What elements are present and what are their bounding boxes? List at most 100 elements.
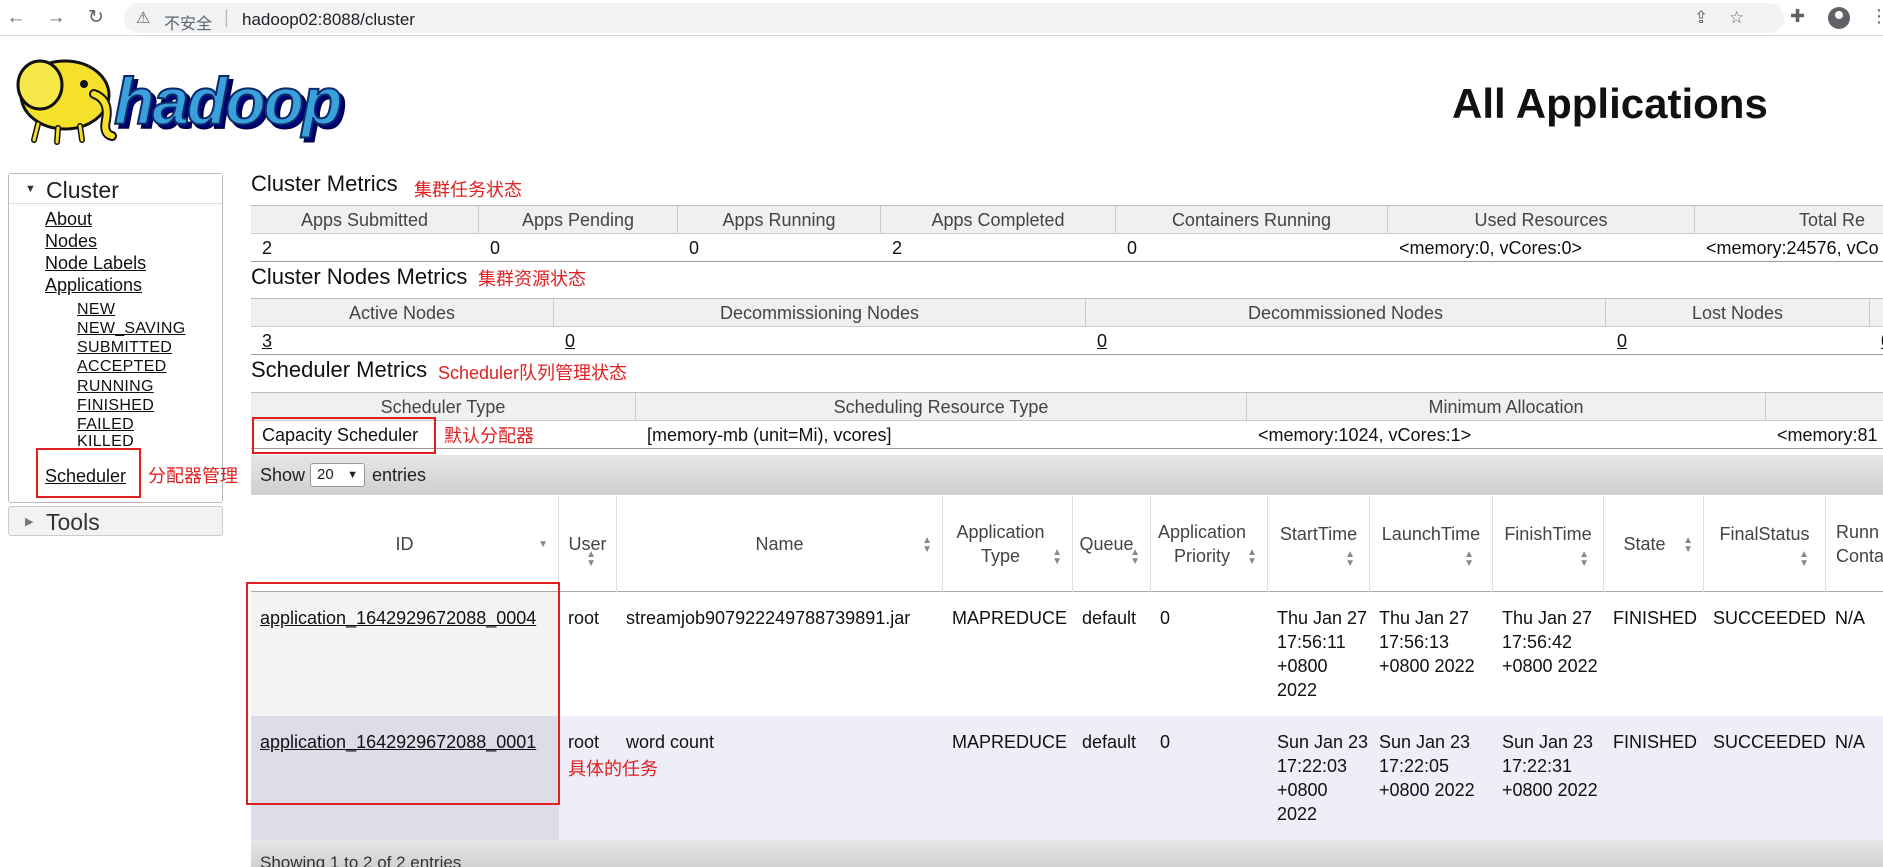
- column-header: Lost Nodes: [1606, 299, 1870, 326]
- lost-nodes-link[interactable]: 0: [1606, 327, 1627, 355]
- note-cluster-metrics: 集群任务状态: [414, 180, 522, 200]
- entries-select-value: 20: [317, 466, 334, 483]
- column-header-label: ID: [395, 534, 414, 554]
- cluster-metrics-title: Cluster Metrics: [251, 171, 398, 196]
- column-header-application-type[interactable]: Application Type ▲ ▼: [943, 496, 1073, 592]
- nav-link-state-submitted[interactable]: SUBMITTED: [77, 339, 172, 357]
- sort-icon: ▲ ▼: [1799, 549, 1809, 569]
- table-header-row: Apps Submitted Apps Pending Apps Running…: [251, 206, 1883, 234]
- nav-link-state-new[interactable]: NEW: [77, 301, 115, 319]
- url-text[interactable]: hadoop02:8088/cluster: [242, 10, 415, 30]
- task-id-highlight-box: [246, 582, 560, 805]
- column-header: Scheduling Resource Type: [636, 393, 1247, 420]
- table-cell: <memory:24576, vCo: [1706, 238, 1879, 258]
- security-label: 不安全: [164, 16, 213, 33]
- table-cell-queue: default: [1082, 608, 1137, 628]
- decommissioning-nodes-link[interactable]: 0: [554, 327, 575, 355]
- share-icon[interactable]: ⇪: [1694, 8, 1708, 28]
- column-header-label: Runn Conta: [1836, 522, 1883, 566]
- table-cell-state: FINISHED: [1613, 732, 1698, 752]
- column-header: Apps Pending: [479, 206, 678, 233]
- sort-icon: ▲ ▼: [586, 549, 596, 569]
- column-header-queue[interactable]: Queue ▲ ▼: [1073, 496, 1151, 592]
- nav-link-state-killed[interactable]: KILLED: [77, 433, 134, 447]
- extensions-icon[interactable]: ✚: [1790, 6, 1805, 27]
- sort-icon: ▲ ▼: [1579, 549, 1589, 569]
- hadoop-logo[interactable]: hadoop hadoop: [10, 50, 386, 145]
- collapsed-caret-icon: ▶: [25, 516, 34, 528]
- back-icon[interactable]: ←: [4, 6, 28, 30]
- column-header-label: Application Priority: [1157, 522, 1247, 566]
- column-header-label: Name: [755, 534, 804, 554]
- table-cell: 2: [892, 238, 903, 258]
- column-header-name[interactable]: Name ▲ ▼: [617, 496, 943, 592]
- svg-text:hadoop: hadoop: [114, 64, 341, 138]
- decommissioned-nodes-link[interactable]: 0: [1086, 327, 1107, 355]
- nav-link-state-finished[interactable]: FINISHED: [77, 397, 154, 415]
- warning-icon[interactable]: ⚠: [136, 8, 150, 28]
- scheduler-highlight-box: [36, 448, 141, 498]
- nav-link-state-failed[interactable]: FAILED: [77, 416, 134, 434]
- column-header: Minimum Allocation: [1247, 393, 1766, 420]
- table-cell-finishtime: Thu Jan 27 17:56:42 +0800 2022: [1502, 608, 1598, 676]
- table-header-row: Scheduler Type Scheduling Resource Type …: [251, 393, 1883, 421]
- forward-icon[interactable]: →: [44, 6, 68, 30]
- nav-link-state-new-saving[interactable]: NEW_SAVING: [77, 320, 186, 338]
- table-cell-finalstatus: SUCCEEDED: [1713, 732, 1827, 752]
- cluster-nav-title: Cluster: [46, 177, 119, 203]
- menu-icon[interactable]: ⋮: [1870, 6, 1883, 27]
- sort-icon: ▲ ▼: [922, 535, 932, 555]
- nodes-metrics-table: Active Nodes Decommissioning Nodes Decom…: [251, 298, 1883, 355]
- entries-label: entries: [372, 465, 427, 485]
- column-header-id[interactable]: ID ▼: [251, 496, 559, 592]
- killed-link-clip: KILLED: [77, 433, 197, 447]
- note-scheduler-metrics: Scheduler队列管理状态: [438, 363, 628, 383]
- nav-link-state-accepted[interactable]: ACCEPTED: [77, 358, 167, 376]
- column-header: Containers Running: [1116, 206, 1388, 233]
- unhealthy-nodes-link[interactable]: 0: [1870, 327, 1883, 355]
- table-cell-starttime: Thu Jan 27 17:56:11 +0800 2022: [1277, 608, 1368, 700]
- table-row: 2 0 0 2 0 <memory:0, vCores:0> <memory:2…: [251, 234, 1883, 262]
- column-header-finishtime[interactable]: FinishTime ▲ ▼: [1493, 496, 1604, 592]
- tools-nav-header[interactable]: ▶ Tools: [8, 506, 223, 536]
- table-cell-name: word count: [626, 732, 715, 752]
- entries-per-page-select[interactable]: 20 ▼: [310, 463, 365, 487]
- nav-link-nodes[interactable]: Nodes: [45, 231, 97, 252]
- column-header-running-containers[interactable]: Runn Conta: [1826, 496, 1883, 592]
- column-header: Used Resources: [1388, 206, 1695, 233]
- column-header-label: State: [1623, 534, 1666, 554]
- note-nodes-metrics: 集群资源状态: [478, 269, 586, 289]
- table-cell: <memory:0, vCores:0>: [1399, 238, 1583, 258]
- column-header-label: FinalStatus: [1719, 524, 1810, 544]
- column-header: Decommissioned Nodes: [1086, 299, 1606, 326]
- column-header-priority[interactable]: Application Priority ▲ ▼: [1151, 496, 1268, 592]
- nav-link-applications[interactable]: Applications: [45, 275, 142, 296]
- cluster-nav-header[interactable]: ▼ Cluster: [9, 174, 222, 204]
- table-cell-running-containers: N/A: [1835, 608, 1866, 628]
- nav-link-node-labels[interactable]: Node Labels: [45, 253, 146, 274]
- column-header-state[interactable]: State ▲ ▼: [1604, 496, 1704, 592]
- column-header-starttime[interactable]: StartTime ▲ ▼: [1268, 496, 1370, 592]
- nav-link-about[interactable]: About: [45, 209, 92, 230]
- expanded-caret-icon: ▼: [25, 183, 36, 195]
- bookmark-star-icon[interactable]: ☆: [1729, 8, 1744, 28]
- nav-link-state-running[interactable]: RUNNING: [77, 378, 154, 396]
- table-info-bar: Showing 1 to 2 of 2 entries: [251, 840, 1883, 867]
- table-cell-queue: default: [1082, 732, 1137, 752]
- table-cell: 0: [490, 238, 501, 258]
- nodes-metrics-title: Cluster Nodes Metrics: [251, 264, 468, 289]
- table-cell-type: MAPREDUCE: [952, 732, 1068, 752]
- sort-icon: ▲ ▼: [1130, 547, 1140, 567]
- profile-avatar-icon[interactable]: [1828, 7, 1850, 29]
- reload-icon[interactable]: ↻: [84, 6, 108, 30]
- address-bar[interactable]: ⚠ 不安全 | hadoop02:8088/cluster ⇪ ☆: [124, 3, 1784, 33]
- browser-toolbar: ← → ↻ ⚠ 不安全 | hadoop02:8088/cluster ⇪ ☆ …: [0, 0, 1883, 36]
- tools-nav-title: Tools: [46, 509, 100, 535]
- column-header-finalstatus[interactable]: FinalStatus ▲ ▼: [1704, 496, 1826, 592]
- column-header-user[interactable]: User ▲ ▼: [559, 496, 617, 592]
- column-header-launchtime[interactable]: LaunchTime ▲ ▼: [1370, 496, 1493, 592]
- table-cell: [memory-mb (unit=Mi), vcores]: [647, 425, 892, 445]
- sort-icon: ▲ ▼: [1464, 549, 1474, 569]
- active-nodes-link[interactable]: 3: [251, 327, 272, 355]
- column-header-label: FinishTime: [1504, 524, 1592, 544]
